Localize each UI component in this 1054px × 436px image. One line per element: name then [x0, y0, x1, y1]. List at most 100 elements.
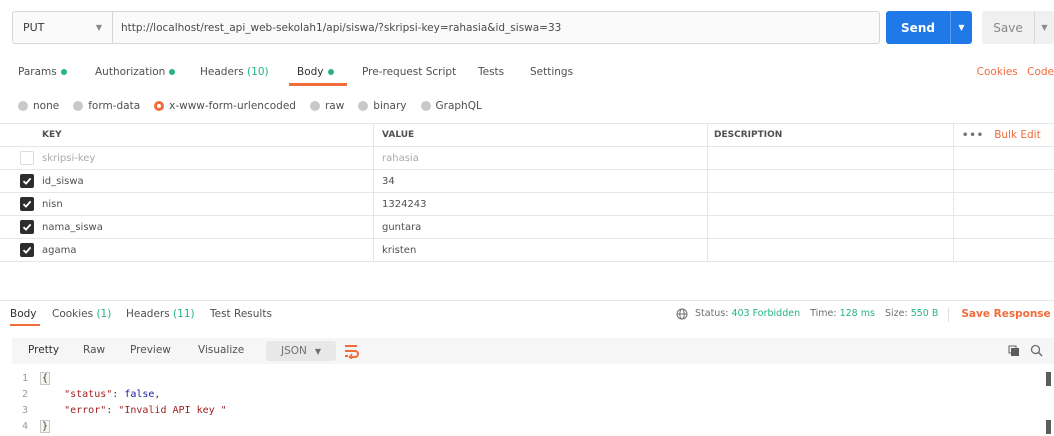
response-body-code[interactable]: 1 { 2 "status": false, 3 "error": "Inval…	[0, 370, 1054, 434]
code-link[interactable]: Code	[1027, 66, 1054, 78]
row-description[interactable]	[710, 170, 954, 192]
save-label: Save	[993, 20, 1023, 35]
divider	[948, 308, 950, 322]
row-value[interactable]: guntara	[376, 216, 708, 238]
cookies-link[interactable]: Cookies	[977, 66, 1018, 78]
row-checkbox-cell	[20, 239, 38, 261]
format-pretty[interactable]: Pretty	[28, 344, 59, 356]
row-value[interactable]: 1324243	[376, 193, 708, 215]
row-key[interactable]: agama	[38, 239, 374, 261]
radio-icon	[420, 101, 431, 111]
tab-headers[interactable]: Headers (10)	[200, 66, 269, 78]
row-description[interactable]	[710, 147, 954, 169]
send-button[interactable]: Send ▼	[886, 11, 972, 44]
tab-response-headers[interactable]: Headers (11)	[126, 308, 195, 320]
url-input[interactable]: http://localhost/rest_api_web-sekolah1/a…	[113, 12, 879, 43]
tab-test-results[interactable]: Test Results	[210, 308, 272, 320]
radio-raw[interactable]: raw	[309, 100, 344, 112]
chevron-down-icon[interactable]: ▼	[1034, 11, 1054, 44]
response-tabs: Body Cookies (1) Headers (11) Test Resul…	[0, 300, 1054, 326]
table-row: skripsi-key rahasia	[0, 147, 1054, 170]
chevron-down-icon: ▼	[314, 346, 322, 356]
tab-response-body[interactable]: Body	[10, 308, 37, 320]
tab-pre-request-script[interactable]: Pre-request Script	[362, 66, 456, 78]
row-value[interactable]: 34	[376, 170, 708, 192]
scrollbar-thumb[interactable]	[1046, 372, 1051, 386]
request-url-bar: PUT ▼ http://localhost/rest_api_web-seko…	[12, 11, 880, 44]
code-text: "status": false,	[64, 388, 161, 400]
chevron-down-icon: ▼	[95, 23, 102, 32]
row-description[interactable]	[710, 239, 954, 261]
globe-icon[interactable]	[676, 308, 688, 320]
line-number: 3	[21, 404, 28, 416]
row-key[interactable]: skripsi-key	[38, 147, 374, 169]
table-tools: ••• Bulk Edit	[962, 124, 1054, 146]
radio-binary[interactable]: binary	[358, 100, 407, 112]
tab-tests[interactable]: Tests	[478, 66, 504, 78]
row-description[interactable]	[710, 193, 954, 215]
row-key[interactable]: nama_siswa	[38, 216, 374, 238]
format-visualize[interactable]: Visualize	[198, 344, 244, 356]
method-select[interactable]: PUT ▼	[13, 12, 113, 43]
status-value: 403 Forbidden	[731, 308, 801, 319]
active-tab-underline	[10, 324, 40, 326]
checkbox-checked[interactable]	[20, 220, 34, 234]
tab-label: Pre-request Script	[362, 66, 457, 78]
tab-params[interactable]: Params	[18, 66, 67, 78]
radio-selected-icon	[154, 101, 165, 111]
checkbox-checked[interactable]	[20, 174, 34, 188]
radio-x-www-form-urlencoded[interactable]: x-www-form-urlencoded	[154, 100, 296, 112]
size-label: Size:	[884, 308, 908, 319]
row-value[interactable]: kristen	[376, 239, 708, 261]
scrollbar-thumb[interactable]	[1046, 420, 1051, 434]
method-label: PUT	[23, 21, 45, 34]
wrap-lines-icon[interactable]	[342, 343, 360, 359]
column-header-value: VALUE	[376, 124, 708, 146]
request-tabs: Params Authorization Headers (10) Body P…	[0, 60, 1054, 88]
row-checkbox-cell	[20, 193, 38, 215]
radio-icon	[73, 101, 84, 111]
tab-response-cookies[interactable]: Cookies (1)	[52, 308, 111, 320]
tab-authorization[interactable]: Authorization	[95, 66, 176, 78]
check-icon	[22, 223, 32, 231]
language-label: JSON	[280, 345, 307, 357]
save-button[interactable]: Save ▼	[982, 11, 1054, 44]
json-value: "Invalid API key "	[118, 404, 227, 416]
table-row: id_siswa 34	[0, 170, 1054, 193]
tab-label: Tests	[478, 66, 505, 78]
language-select[interactable]: JSON ▼	[266, 341, 336, 361]
table-row: nisn 1324243	[0, 193, 1054, 216]
checkbox-checked[interactable]	[20, 243, 34, 257]
row-value[interactable]: rahasia	[376, 147, 708, 169]
radio-none[interactable]: none	[18, 100, 59, 112]
bulk-edit-link[interactable]: Bulk Edit	[994, 129, 1041, 141]
status-label: Status:	[695, 308, 729, 319]
copy-icon[interactable]	[1008, 345, 1020, 357]
json-key: "status"	[64, 388, 113, 400]
tab-settings[interactable]: Settings	[530, 66, 573, 78]
format-preview[interactable]: Preview	[130, 344, 171, 356]
radio-form-data[interactable]: form-data	[73, 100, 140, 112]
check-icon	[22, 177, 32, 185]
tab-label: Params	[18, 66, 57, 78]
response-format-bar: Pretty Raw Preview Visualize JSON ▼	[12, 338, 1054, 364]
row-key[interactable]: nisn	[38, 193, 374, 215]
chevron-down-icon[interactable]: ▼	[950, 11, 972, 44]
checkbox[interactable]	[20, 151, 34, 165]
save-response-button[interactable]: Save Response ▼	[961, 308, 1054, 322]
tab-count: (11)	[173, 308, 195, 320]
row-key[interactable]: id_siswa	[38, 170, 374, 192]
radio-graphql[interactable]: GraphQL	[420, 100, 482, 112]
more-options-icon[interactable]: •••	[962, 130, 984, 141]
body-type-radios: none form-data x-www-form-urlencoded raw…	[18, 100, 482, 112]
tab-label: Body	[297, 66, 324, 78]
search-icon[interactable]	[1030, 344, 1043, 357]
format-raw[interactable]: Raw	[83, 344, 105, 356]
indicator-dot	[327, 69, 334, 75]
send-label: Send	[901, 20, 935, 35]
tab-body[interactable]: Body	[297, 66, 334, 78]
tab-label: Body	[10, 308, 37, 320]
active-tab-underline	[289, 83, 347, 86]
checkbox-checked[interactable]	[20, 197, 34, 211]
row-description[interactable]	[710, 216, 954, 238]
